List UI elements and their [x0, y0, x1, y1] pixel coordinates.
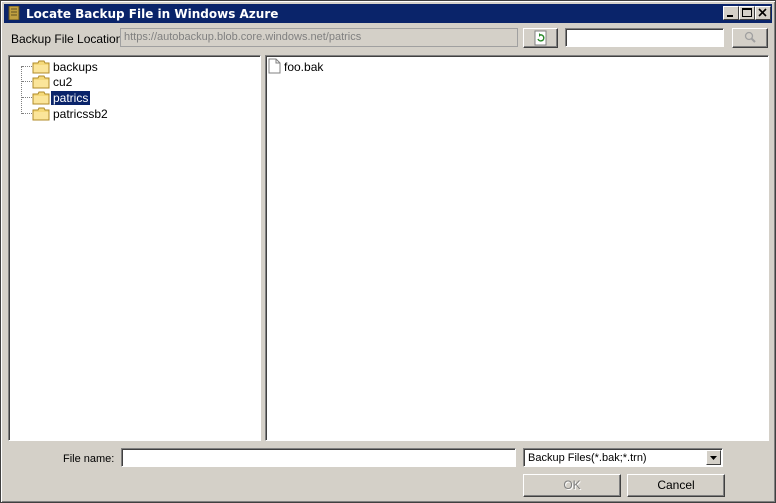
tree-item-patricssb2[interactable]: patricssb2 — [9, 106, 249, 121]
folder-icon — [32, 91, 50, 105]
tree-item-cu2[interactable]: cu2 — [9, 74, 249, 89]
tree-item-label: backups — [53, 60, 98, 74]
minimize-button[interactable] — [723, 6, 739, 20]
folder-icon — [32, 107, 50, 121]
tree-item-backups[interactable]: backups — [9, 59, 249, 74]
folder-icon — [32, 60, 50, 74]
tree-item-patrics[interactable]: patrics — [9, 90, 249, 106]
file-type-select[interactable]: Backup Files(*.bak;*.trn) — [523, 448, 723, 467]
azure-backup-icon — [8, 5, 20, 21]
maximize-icon — [742, 8, 752, 17]
backup-file-location-label: Backup File Location — [11, 32, 122, 46]
ok-button[interactable]: OK — [523, 474, 621, 497]
close-button[interactable] — [755, 6, 771, 20]
dialog-window: Locate Backup File in Windows Azure Back… — [0, 0, 776, 503]
maximize-button[interactable] — [739, 6, 755, 20]
title-bar[interactable]: Locate Backup File in Windows Azure — [4, 4, 772, 23]
tree-item-label: cu2 — [53, 75, 73, 89]
cancel-button[interactable]: Cancel — [627, 474, 725, 497]
file-type-selected-value: Backup Files(*.bak;*.trn) — [528, 452, 647, 464]
file-icon — [268, 58, 281, 74]
refresh-button[interactable] — [523, 28, 558, 48]
search-button[interactable] — [732, 28, 768, 48]
file-name-input[interactable] — [121, 448, 516, 467]
close-icon — [758, 8, 767, 17]
window-title: Locate Backup File in Windows Azure — [26, 7, 279, 21]
tree-item-label: patricssb2 — [53, 107, 108, 121]
file-list-pane[interactable] — [265, 55, 769, 441]
folder-tree-pane[interactable]: backups cu2 patrics patricssb2 — [8, 55, 261, 441]
refresh-icon — [534, 30, 547, 46]
search-icon — [744, 31, 756, 43]
chevron-down-icon — [710, 456, 717, 460]
backup-location-field[interactable]: https://autobackup.blob.core.windows.net… — [120, 28, 518, 47]
file-item-label: foo.bak — [284, 60, 324, 74]
tree-item-label-selected: patrics — [49, 90, 92, 106]
dropdown-button[interactable] — [706, 450, 721, 465]
file-name-label: File name: — [63, 453, 115, 465]
location-label-text: Backup File Location — [11, 32, 123, 46]
folder-icon — [32, 75, 50, 89]
location-accel: Backup File Location — [11, 32, 122, 46]
minimize-icon — [727, 15, 733, 17]
search-input[interactable] — [565, 28, 724, 47]
